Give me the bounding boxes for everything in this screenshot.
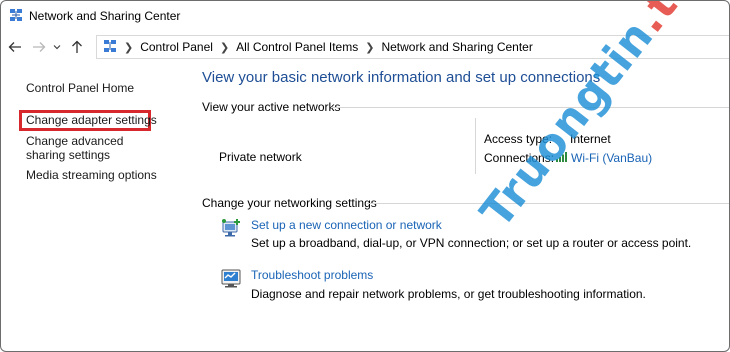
window: Network and Sharing Center ❯ Control Pan… (0, 0, 730, 352)
section-divider (331, 107, 729, 108)
title-bar: Network and Sharing Center (1, 1, 729, 31)
network-setup-icon[interactable] (220, 217, 242, 239)
up-arrow-icon[interactable] (67, 37, 87, 57)
access-type-label: Access type: (484, 132, 553, 146)
media-streaming-options-link[interactable]: Media streaming options (26, 168, 186, 182)
active-networks-label: View your active networks (202, 100, 341, 114)
back-arrow-icon[interactable] (5, 37, 25, 57)
change-adapter-settings-link[interactable]: Change adapter settings (26, 113, 186, 127)
troubleshoot-description: Diagnose and repair network problems, or… (251, 287, 646, 301)
network-divider (475, 118, 476, 174)
breadcrumb-separator-icon: ❯ (219, 41, 230, 54)
wifi-signal-icon (555, 151, 568, 166)
troubleshoot-problems-link[interactable]: Troubleshoot problems (251, 268, 373, 282)
breadcrumb-item[interactable]: Control Panel (140, 40, 213, 54)
breadcrumb-separator-icon: ❯ (365, 41, 375, 54)
control-panel-icon (103, 39, 117, 56)
control-panel-home-link[interactable]: Control Panel Home (26, 81, 186, 95)
network-name: Private network (219, 150, 302, 164)
change-advanced-sharing-settings-link[interactable]: Change advanced sharing settings (26, 134, 156, 162)
access-type-value: Internet (570, 132, 611, 146)
section-divider (367, 203, 729, 204)
setup-connection-description: Set up a broadband, dial-up, or VPN conn… (251, 236, 692, 250)
window-title: Network and Sharing Center (29, 9, 181, 23)
navigation-bar: ❯ Control Panel ❯ All Control Panel Item… (1, 33, 729, 61)
breadcrumb-separator-icon: ❯ (124, 41, 134, 54)
wifi-connection-link[interactable]: Wi-Fi (VanBau) (571, 151, 652, 165)
connections-label: Connections: (484, 151, 555, 165)
page-heading: View your basic network information and … (202, 69, 601, 86)
setup-connection-link[interactable]: Set up a new connection or network (251, 218, 442, 232)
recent-locations-chevron-icon[interactable] (51, 37, 63, 57)
network-center-app-icon (9, 8, 23, 25)
breadcrumb-item[interactable]: Network and Sharing Center (381, 40, 532, 54)
breadcrumb-item[interactable]: All Control Panel Items (236, 40, 358, 54)
forward-arrow-icon[interactable] (29, 37, 49, 57)
address-bar[interactable]: ❯ Control Panel ❯ All Control Panel Item… (96, 35, 729, 59)
change-settings-label: Change your networking settings (202, 196, 377, 210)
troubleshoot-icon[interactable] (220, 267, 242, 289)
